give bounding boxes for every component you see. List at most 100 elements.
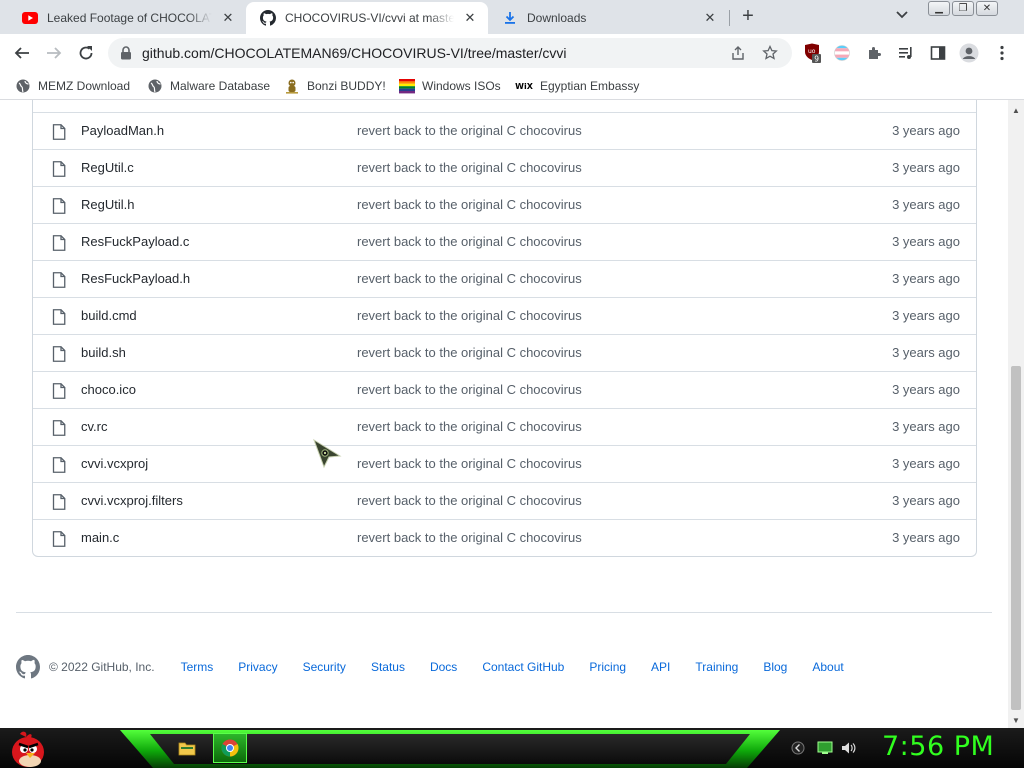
file-row[interactable]: RegUtil.h revert back to the original C c… xyxy=(33,186,976,223)
start-button-angry-bird-icon[interactable] xyxy=(6,728,46,768)
footer-link-status[interactable]: Status xyxy=(371,660,405,674)
github-logo-icon[interactable] xyxy=(16,655,40,679)
scrollbar-thumb[interactable] xyxy=(1011,366,1021,710)
commit-message-link[interactable]: revert back to the original C chocovirus xyxy=(357,234,582,249)
file-row[interactable]: build.sh revert back to the original C ch… xyxy=(33,334,976,371)
tab-youtube[interactable]: Leaked Footage of CHOCOLATEMAN ✕ xyxy=(8,2,246,34)
profile-avatar-icon[interactable] xyxy=(959,43,979,63)
tab-search-icon[interactable] xyxy=(895,8,915,26)
tab-github[interactable]: CHOCOVIRUS-VI/cvvi at master ✕ xyxy=(246,2,488,34)
footer-link-about[interactable]: About xyxy=(812,660,843,674)
file-name-link[interactable]: build.sh xyxy=(81,345,126,360)
commit-message-link[interactable]: revert back to the original C chocovirus xyxy=(357,345,582,360)
url-text[interactable]: github.com/CHOCOLATEMAN69/CHOCOVIRUS-VI/… xyxy=(142,45,728,61)
footer-link-blog[interactable]: Blog xyxy=(763,660,787,674)
taskbar-chrome-icon[interactable] xyxy=(213,733,247,763)
commit-age: 3 years ago xyxy=(892,382,960,397)
commit-message-link[interactable]: revert back to the original C chocovirus xyxy=(357,419,582,434)
extensions-puzzle-icon[interactable] xyxy=(864,43,884,63)
forward-button[interactable] xyxy=(43,42,65,64)
side-panel-icon[interactable] xyxy=(928,43,948,63)
bookmark-star-icon[interactable] xyxy=(760,43,780,63)
commit-message-link[interactable]: revert back to the original C chocovirus xyxy=(357,123,582,138)
file-name-link[interactable]: cvvi.vcxproj.filters xyxy=(81,493,183,508)
taskbar-explorer-folder-icon[interactable] xyxy=(170,733,204,763)
taskbar-clock[interactable]: 7:56 PM xyxy=(882,731,994,762)
bookmark-malware-database[interactable]: Malware Database xyxy=(147,76,270,96)
browser-menu-icon[interactable] xyxy=(992,43,1012,63)
bookmark-memz-download[interactable]: MEMZ Download xyxy=(15,76,130,96)
bookmark-label: Egyptian Embassy xyxy=(540,79,640,93)
commit-age: 3 years ago xyxy=(892,493,960,508)
file-row[interactable]: main.c revert back to the original C choc… xyxy=(33,519,976,556)
footer-link-terms[interactable]: Terms xyxy=(181,660,214,674)
reload-button[interactable] xyxy=(75,42,97,64)
file-row[interactable]: RegUtil.c revert back to the original C c… xyxy=(33,149,976,186)
file-row[interactable]: ResFuckPayload.h revert back to the origi… xyxy=(33,260,976,297)
footer-link-training[interactable]: Training xyxy=(695,660,738,674)
tray-show-hidden-icon[interactable] xyxy=(790,740,806,756)
close-window-button[interactable]: ✕ xyxy=(976,1,998,16)
file-name-link[interactable]: choco.ico xyxy=(81,382,136,397)
file-name-link[interactable]: PayloadMan.h xyxy=(81,123,164,138)
file-name-link[interactable]: cv.rc xyxy=(81,419,107,434)
footer-link-docs[interactable]: Docs xyxy=(430,660,457,674)
commit-message-link[interactable]: revert back to the original C chocovirus xyxy=(357,308,582,323)
scroll-down-arrow-icon[interactable]: ▼ xyxy=(1008,712,1024,728)
file-row[interactable]: choco.ico revert back to the original C c… xyxy=(33,371,976,408)
file-name-link[interactable]: main.c xyxy=(81,530,119,545)
close-tab-icon[interactable]: ✕ xyxy=(220,10,236,26)
address-bar[interactable]: github.com/CHOCOLATEMAN69/CHOCOVIRUS-VI/… xyxy=(108,38,792,68)
lock-icon[interactable] xyxy=(120,46,134,60)
file-name-link[interactable]: cvvi.vcxproj xyxy=(81,456,148,471)
file-row[interactable]: PayloadMan.h revert back to the original … xyxy=(33,112,976,149)
ublock-icon[interactable]: uo 9 xyxy=(802,43,822,63)
close-tab-icon[interactable]: ✕ xyxy=(702,10,718,26)
commit-message-link[interactable]: revert back to the original C chocovirus xyxy=(357,493,582,508)
commit-message-link[interactable]: revert back to the original C chocovirus xyxy=(357,271,582,286)
close-tab-icon[interactable]: ✕ xyxy=(462,10,478,26)
tab-title: CHOCOVIRUS-VI/cvvi at master xyxy=(285,11,454,25)
file-row[interactable]: cv.rc revert back to the original C choco… xyxy=(33,408,976,445)
bookmark-label: Windows ISOs xyxy=(422,79,501,93)
footer-link-contact-github[interactable]: Contact GitHub xyxy=(482,660,564,674)
maximize-button[interactable]: ❐ xyxy=(952,1,974,16)
footer-link-security[interactable]: Security xyxy=(303,660,346,674)
file-row[interactable]: build.cmd revert back to the original C c… xyxy=(33,297,976,334)
file-icon xyxy=(52,272,66,288)
tray-volume-icon[interactable] xyxy=(841,740,857,756)
trans-flag-extension-icon[interactable] xyxy=(832,43,852,63)
share-icon[interactable] xyxy=(728,43,748,63)
file-name-link[interactable]: RegUtil.c xyxy=(81,160,134,175)
commit-message-link[interactable]: revert back to the original C chocovirus xyxy=(357,456,582,471)
new-tab-button[interactable]: + xyxy=(737,6,759,28)
file-row[interactable]: cvvi.vcxproj revert back to the original … xyxy=(33,445,976,482)
commit-message-link[interactable]: revert back to the original C chocovirus xyxy=(357,530,582,545)
tray-network-icon[interactable] xyxy=(817,740,833,756)
commit-message-link[interactable]: revert back to the original C chocovirus xyxy=(357,197,582,212)
back-button[interactable] xyxy=(11,42,33,64)
file-row[interactable]: cvvi.vcxproj.filters revert back to the o… xyxy=(33,482,976,519)
bookmark-egyptian-embassy[interactable]: WiX Egyptian Embassy xyxy=(515,76,639,96)
file-icon xyxy=(52,457,66,473)
extension-badge: 9 xyxy=(814,54,819,63)
file-row[interactable]: ResFuckPayload.c revert back to the origi… xyxy=(33,223,976,260)
page-scrollbar[interactable]: ▲ ▼ xyxy=(1008,100,1024,728)
bookmark-windows-isos[interactable]: Windows ISOs xyxy=(399,76,501,96)
file-name-link[interactable]: ResFuckPayload.c xyxy=(81,234,189,249)
commit-message-link[interactable]: revert back to the original C chocovirus xyxy=(357,382,582,397)
bookmark-bonzi-buddy[interactable]: Bonzi BUDDY! xyxy=(284,76,386,96)
wix-icon: WiX xyxy=(515,81,533,91)
footer-link-privacy[interactable]: Privacy xyxy=(238,660,277,674)
commit-message-link[interactable]: revert back to the original C chocovirus xyxy=(357,160,582,175)
file-name-link[interactable]: build.cmd xyxy=(81,308,137,323)
file-name-link[interactable]: RegUtil.h xyxy=(81,197,134,212)
footer-link-pricing[interactable]: Pricing xyxy=(589,660,626,674)
scroll-up-arrow-icon[interactable]: ▲ xyxy=(1008,102,1024,118)
footer-link-api[interactable]: API xyxy=(651,660,670,674)
tab-downloads[interactable]: Downloads ✕ xyxy=(488,2,728,34)
file-name-link[interactable]: ResFuckPayload.h xyxy=(81,271,190,286)
media-playlist-icon[interactable] xyxy=(896,43,916,63)
commit-age: 3 years ago xyxy=(892,234,960,249)
minimize-button[interactable]: ▁ xyxy=(928,1,950,16)
